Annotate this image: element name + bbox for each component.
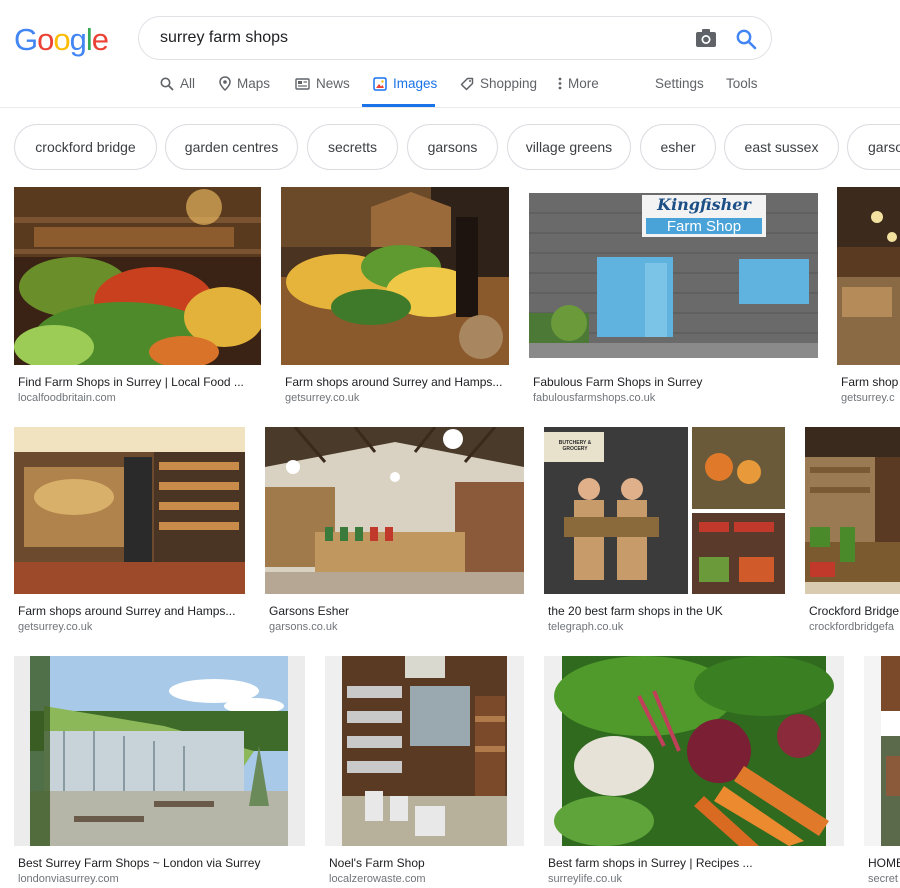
tab-label: All xyxy=(180,76,196,91)
result-image[interactable]: Kingfisher Farm Shop xyxy=(529,193,818,358)
result-image[interactable] xyxy=(325,656,524,846)
map-pin-icon xyxy=(219,76,231,91)
result-image[interactable]: BUTCHERY & GROCERY xyxy=(544,427,785,594)
chip-garsons[interactable]: garsons xyxy=(407,124,498,170)
chip-garden-centres[interactable]: garden centres xyxy=(165,124,298,170)
news-icon xyxy=(295,77,310,90)
result-title[interactable]: Best farm shops in Surrey | Recipes ... xyxy=(548,856,842,870)
result-image[interactable] xyxy=(281,187,509,365)
search-tabs: All Maps News Images Shopping More Setti… xyxy=(0,68,900,108)
search-icon[interactable] xyxy=(735,28,757,50)
result-title[interactable]: Crockford Bridge xyxy=(809,604,900,618)
search-box[interactable]: surrey farm shops xyxy=(138,16,772,60)
tab-more[interactable]: More xyxy=(558,76,599,91)
camera-icon[interactable] xyxy=(695,28,717,48)
chip-crockford-bridge[interactable]: crockford bridge xyxy=(14,124,157,170)
kingfisher-sign-text: Kingfisher xyxy=(657,195,751,214)
result-image[interactable] xyxy=(265,427,524,594)
tab-news[interactable]: News xyxy=(295,76,350,91)
result-title[interactable]: Best Surrey Farm Shops ~ London via Surr… xyxy=(18,856,303,870)
result-title[interactable]: the 20 best farm shops in the UK xyxy=(548,604,783,618)
tab-label: Maps xyxy=(237,76,271,91)
result-title[interactable]: HOME xyxy=(868,856,900,870)
tab-label: Shopping xyxy=(480,76,538,91)
more-vert-icon xyxy=(558,77,562,90)
result-source: getsurrey.co.uk xyxy=(285,392,360,404)
logo-letter: o xyxy=(37,22,54,57)
google-logo[interactable]: Google xyxy=(14,22,109,58)
logo-letter: g xyxy=(69,22,87,57)
result-title[interactable]: Farm shops around Surrey and Hamps... xyxy=(18,604,243,618)
settings-link[interactable]: Settings xyxy=(655,76,704,91)
tag-icon xyxy=(460,77,474,90)
result-source: fabulousfarmshops.co.uk xyxy=(533,392,656,404)
butchery-sign-text: BUTCHERY & GROCERY xyxy=(558,440,592,452)
result-source: getsurrey.c xyxy=(841,392,895,404)
result-source: garsons.co.uk xyxy=(269,621,338,633)
tab-images[interactable]: Images xyxy=(373,76,437,91)
chip-garsons-partial[interactable]: garso xyxy=(847,124,900,170)
result-image[interactable] xyxy=(864,656,900,846)
result-image[interactable] xyxy=(14,187,261,365)
logo-letter: e xyxy=(91,22,109,57)
tab-shopping[interactable]: Shopping xyxy=(460,76,537,91)
chip-village-greens[interactable]: village greens xyxy=(507,124,631,170)
logo-letter: o xyxy=(53,22,70,57)
tab-all[interactable]: All xyxy=(160,76,195,91)
result-image[interactable] xyxy=(837,187,900,365)
image-icon xyxy=(373,76,387,91)
result-title[interactable]: Fabulous Farm Shops in Surrey xyxy=(533,375,813,389)
chip-esher[interactable]: esher xyxy=(640,124,716,170)
tools-link[interactable]: Tools xyxy=(726,76,758,91)
result-source: localfoodbritain.com xyxy=(18,392,116,404)
result-source: secret xyxy=(868,873,898,885)
result-source: telegraph.co.uk xyxy=(548,621,624,633)
result-title[interactable]: Find Farm Shops in Surrey | Local Food .… xyxy=(18,375,258,389)
result-source: surreylife.co.uk xyxy=(548,873,622,885)
tab-label: More xyxy=(568,76,599,91)
chip-east-sussex[interactable]: east sussex xyxy=(724,124,839,170)
tab-label: News xyxy=(316,76,350,91)
result-image[interactable] xyxy=(544,656,844,846)
result-title[interactable]: Farm shop xyxy=(841,375,900,389)
result-source: localzerowaste.com xyxy=(329,873,426,885)
result-title[interactable]: Noel's Farm Shop xyxy=(329,856,522,870)
tab-maps[interactable]: Maps xyxy=(219,76,270,91)
result-source: getsurrey.co.uk xyxy=(18,621,93,633)
result-image[interactable] xyxy=(14,427,245,594)
search-input[interactable]: surrey farm shops xyxy=(160,29,288,47)
chip-secretts[interactable]: secretts xyxy=(307,124,398,170)
result-title[interactable]: Garsons Esher xyxy=(269,604,519,618)
header-divider xyxy=(0,107,900,108)
farm-shop-sign-text: Farm Shop xyxy=(666,218,742,235)
result-title[interactable]: Farm shops around Surrey and Hamps... xyxy=(285,375,507,389)
result-source: crockfordbridgefa xyxy=(809,621,894,633)
logo-letter: G xyxy=(14,22,38,57)
result-source: londonviasurrey.com xyxy=(18,873,119,885)
result-image[interactable] xyxy=(805,427,900,594)
result-image[interactable] xyxy=(14,656,305,846)
tab-label: Images xyxy=(393,76,438,91)
search-icon xyxy=(160,77,174,91)
